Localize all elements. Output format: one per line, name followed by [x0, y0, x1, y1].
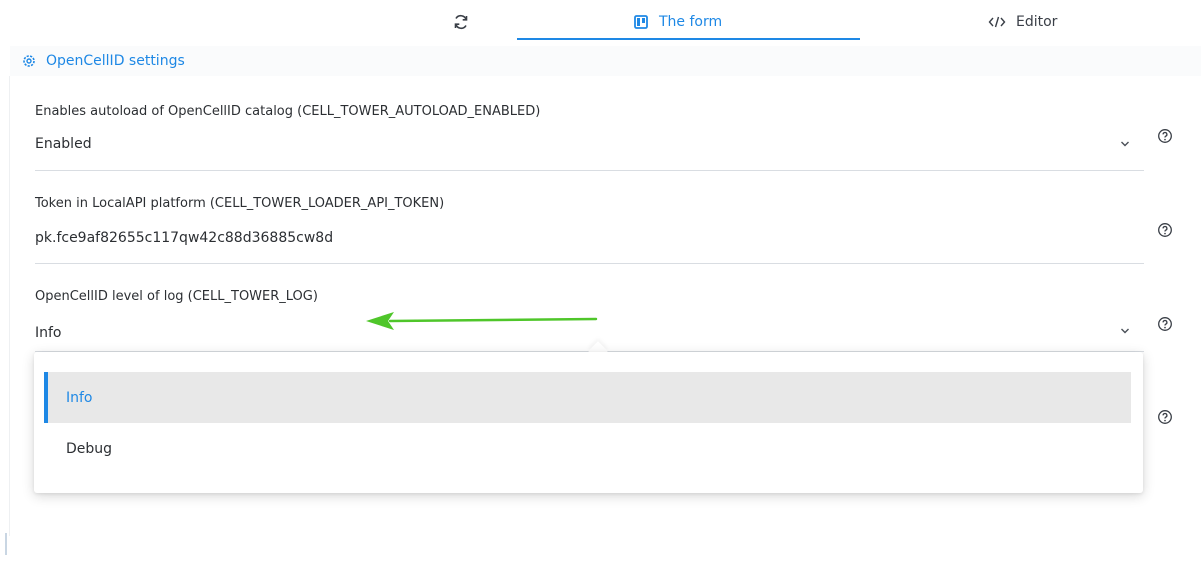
loader-api-token-field[interactable]: Token in LocalAPI platform (CELL_TOWER_L… [35, 188, 1144, 264]
chevron-down-icon [1121, 328, 1129, 334]
api-token-label: Token in LocalAPI platform (CELL_TOWER_L… [35, 196, 445, 211]
annotation-arrow [366, 312, 598, 330]
help-icon[interactable] [1157, 222, 1173, 238]
refresh-button[interactable] [452, 8, 480, 36]
tab-the-form-label: The form [659, 14, 723, 30]
panel-title: OpenCellID settings [46, 53, 185, 69]
help-icon[interactable] [1157, 316, 1173, 332]
code-icon [988, 16, 1006, 28]
tab-editor-label: Editor [1016, 14, 1058, 30]
dropdown-option-info[interactable]: Info [44, 372, 1131, 423]
option-label: Info [66, 389, 93, 406]
panel-edge-marker [5, 533, 7, 555]
active-tab-indicator [517, 38, 860, 40]
autoload-enabled-value: Enabled [35, 136, 92, 152]
log-level-label: OpenCellID level of log (CELL_TOWER_LOG) [35, 289, 318, 304]
tab-editor[interactable]: Editor [988, 8, 1057, 36]
refresh-icon [454, 14, 468, 30]
log-level-value: Info [35, 325, 62, 341]
chevron-down-icon [1121, 141, 1129, 147]
autoload-enabled-select[interactable]: Enables autoload of OpenCellID catalog (… [35, 96, 1144, 171]
panel-left-border [9, 76, 10, 536]
view-tabs: The form Editor [0, 0, 1201, 44]
dropdown-option-debug[interactable]: Debug [44, 423, 1131, 474]
tab-the-form[interactable]: The form [633, 8, 722, 36]
help-icon[interactable] [1157, 409, 1173, 425]
opencellid-settings-header[interactable]: OpenCellID settings [10, 46, 1201, 76]
log-level-dropdown: Info Debug [34, 352, 1143, 493]
api-token-value: pk.fce9af82655c117qw42c88d36885cw8d [35, 230, 334, 246]
option-label: Debug [66, 440, 113, 457]
gear-icon [23, 55, 35, 67]
book-icon [634, 15, 648, 29]
autoload-enabled-label: Enables autoload of OpenCellID catalog (… [35, 104, 541, 119]
help-icon[interactable] [1157, 128, 1173, 144]
